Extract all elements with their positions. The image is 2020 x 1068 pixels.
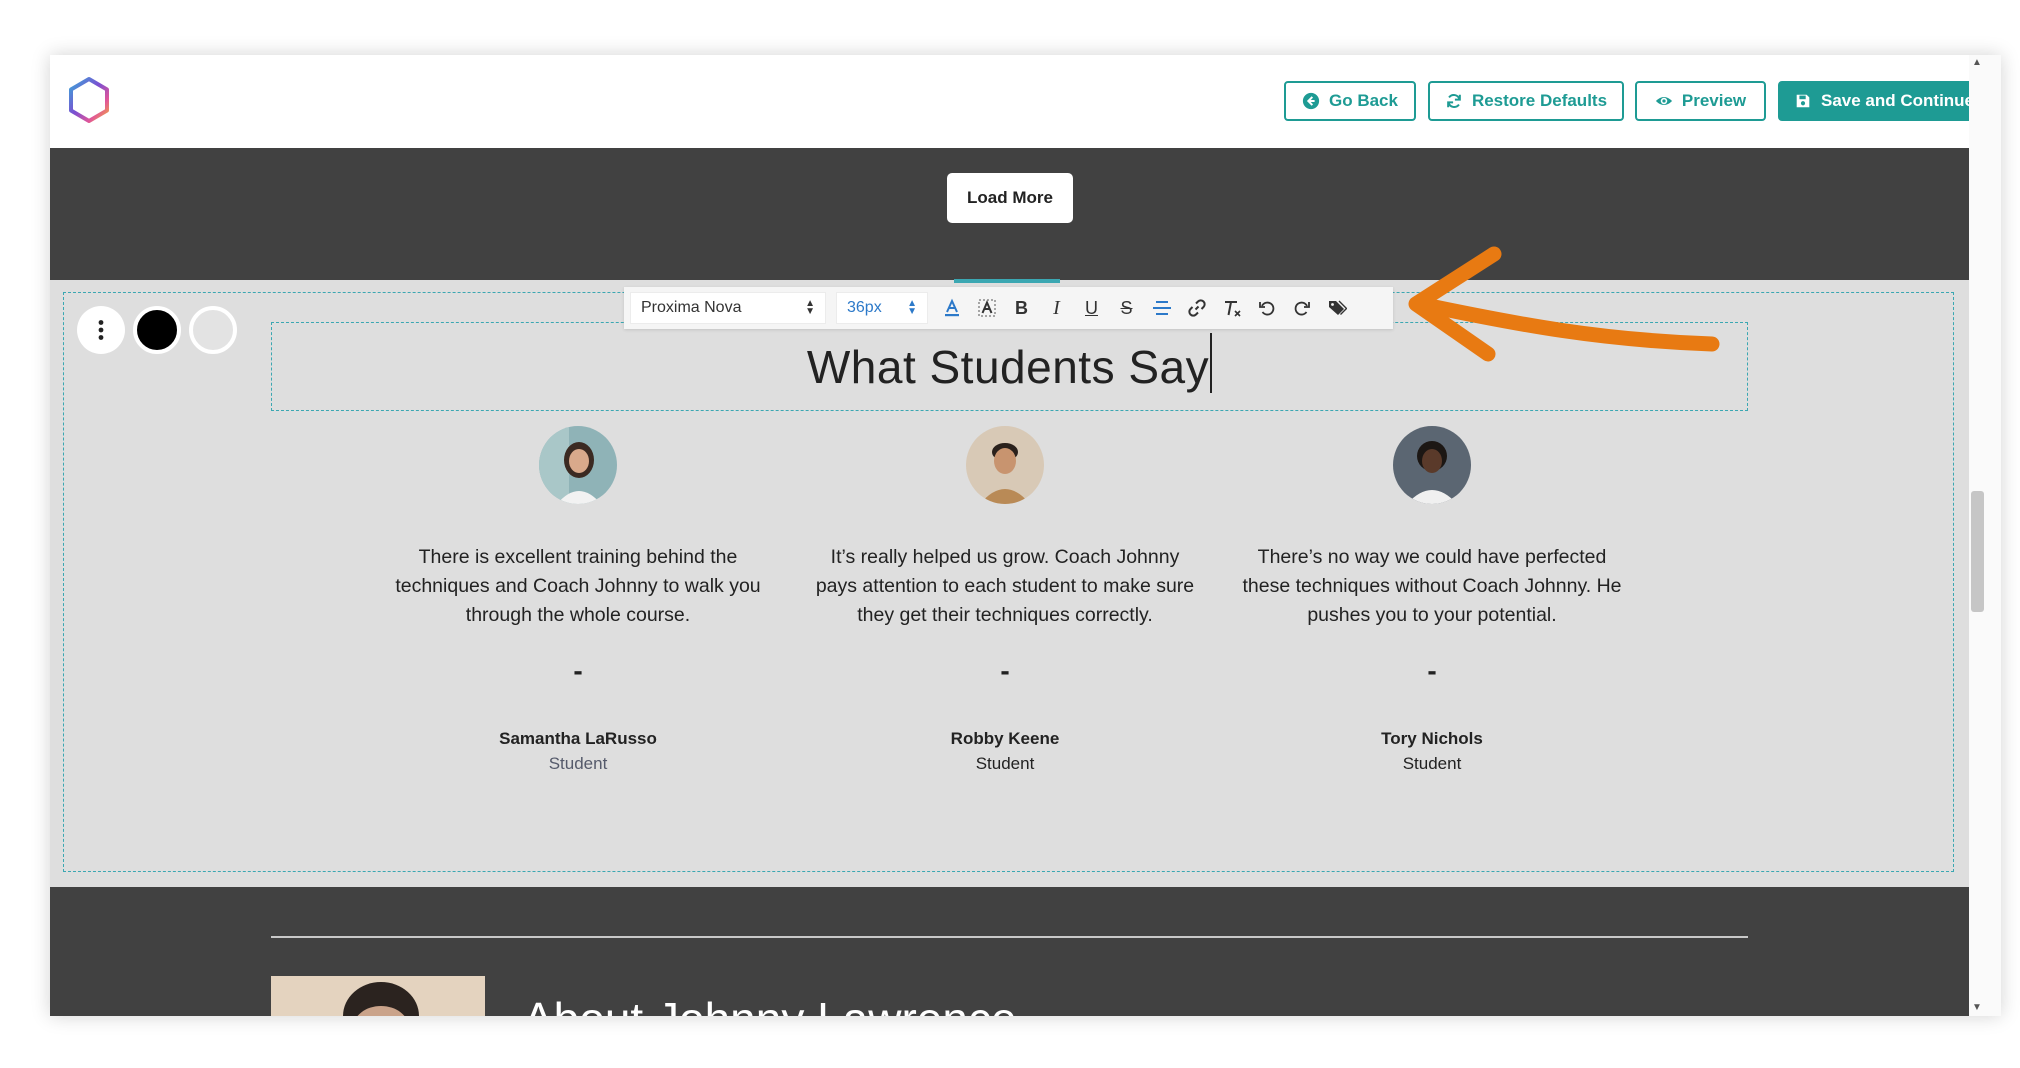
annotation-arrow-icon	[1408, 246, 1720, 362]
